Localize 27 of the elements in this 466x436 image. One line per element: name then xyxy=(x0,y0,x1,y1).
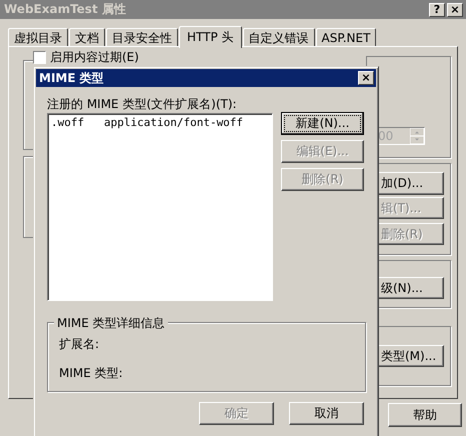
tab[interactable]: 文档 xyxy=(69,28,105,47)
checkbox[interactable] xyxy=(33,51,46,64)
up-arrow-icon[interactable] xyxy=(410,128,424,136)
tab[interactable]: 目录安全性 xyxy=(106,28,178,47)
button[interactable]: 新建(N)... xyxy=(281,112,364,135)
group-title: MIME 类型详细信息 xyxy=(54,315,168,332)
close-button[interactable]: × xyxy=(358,71,374,85)
help-button[interactable]: 帮助 xyxy=(388,403,462,427)
button[interactable]: 级(N)... xyxy=(378,277,444,299)
tab[interactable]: ASP.NET xyxy=(316,28,376,47)
tab[interactable]: HTTP 头 xyxy=(179,26,242,48)
list-box[interactable]: .woff application/font-woff xyxy=(47,113,273,301)
dialog-title: MIME 类型 xyxy=(39,70,104,86)
button[interactable]: 加(D)... xyxy=(378,172,444,195)
title-bar-button[interactable]: ? xyxy=(429,2,445,16)
title-bar-button[interactable]: × xyxy=(447,2,463,16)
tab[interactable]: 虚拟目录 xyxy=(8,28,68,47)
list-label: 注册的 MIME 类型(文件扩展名)(T): xyxy=(47,97,238,111)
checkbox-label: 启用内容过期(E) xyxy=(50,49,139,66)
field-label: MIME 类型: xyxy=(59,365,124,382)
button[interactable]: 类型(M)... xyxy=(378,345,444,367)
window-title: WebExamTest 属性 xyxy=(4,1,126,18)
button[interactable]: 取消 xyxy=(289,402,364,425)
list-item[interactable]: .woff application/font-woff xyxy=(50,116,270,129)
tab[interactable]: 自定义错误 xyxy=(242,28,315,47)
field-label: 扩展名: xyxy=(59,336,100,353)
down-arrow-icon[interactable] xyxy=(410,136,424,144)
